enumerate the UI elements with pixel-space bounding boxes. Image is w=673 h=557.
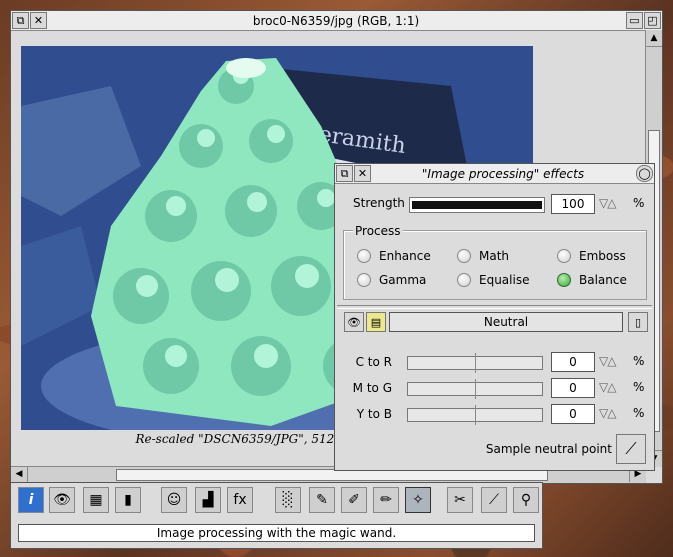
scroll-up-icon[interactable]: ▲ [646, 30, 662, 47]
smudge-icon[interactable]: ✎ [309, 487, 335, 513]
scissors-icon[interactable]: ✂ [447, 487, 473, 513]
strength-stepper[interactable]: ▽△ [599, 196, 616, 210]
back-icon[interactable]: ⧉ [12, 12, 29, 29]
image-processing-dialog: ⧉ ✕ "Image processing" effects ◯ Strengt… [334, 163, 655, 471]
magnifier-icon[interactable]: ⚲ [513, 487, 539, 513]
sample-syringe-icon[interactable]: ⟋ [616, 434, 646, 464]
preset-list-icon[interactable]: ▯ [628, 312, 648, 332]
strength-label: Strength [353, 196, 405, 210]
c-to-r-stepper[interactable]: ▽△ [599, 354, 616, 368]
radio-label: Emboss [579, 249, 626, 263]
m-to-g-percent: % [633, 380, 645, 394]
process-section [343, 230, 647, 300]
radio-dot [357, 273, 371, 287]
image-window-title: broc0-N6359/jpg (RGB, 1:1) [252, 13, 420, 28]
eye-icon[interactable]: 👁 [344, 312, 364, 332]
close-icon[interactable]: ✕ [354, 165, 371, 182]
radio-math[interactable]: Math [457, 249, 509, 263]
view-icon[interactable]: 👁 [49, 487, 75, 513]
slider-centre-mark [475, 405, 476, 425]
process-label: Process [353, 224, 403, 238]
slider-centre-mark [475, 379, 476, 399]
texture-icon[interactable]: ▦ [83, 487, 109, 513]
y-to-b-percent: % [633, 406, 645, 420]
status-bar: Image processing with the magic wand. [18, 524, 535, 542]
radio-equalise[interactable]: Equalise [457, 273, 529, 287]
info-icon[interactable]: i [18, 487, 44, 513]
strength-slider-fill [412, 201, 542, 209]
sample-neutral-label: Sample neutral point [485, 442, 612, 456]
dialog-titlebar[interactable]: ⧉ ✕ "Image processing" effects ◯ [335, 164, 654, 184]
radio-dot [557, 249, 571, 263]
m-to-g-slider[interactable] [407, 379, 543, 399]
y-to-b-label: Y to B [356, 407, 392, 421]
fx-icon[interactable]: fx [227, 487, 253, 513]
image-window-titlebar[interactable]: ⧉ ✕ broc0-N6359/jpg (RGB, 1:1) ▭ ◰ [11, 11, 662, 31]
m-to-g-stepper[interactable]: ▽△ [599, 380, 616, 394]
histogram-icon[interactable]: ▟ [195, 487, 221, 513]
y-to-b-stepper[interactable]: ▽△ [599, 406, 616, 420]
radio-label: Balance [579, 273, 627, 287]
radio-label: Math [479, 249, 510, 263]
radio-emboss[interactable]: Emboss [557, 249, 626, 263]
pencil-icon[interactable]: ✏ [373, 487, 399, 513]
preset-display: Neutral [389, 312, 623, 332]
strength-slider[interactable] [409, 197, 545, 213]
radio-dot-selected [557, 273, 571, 287]
m-to-g-label: M to G [352, 381, 392, 395]
toggle-size-icon[interactable]: ◯ [636, 165, 653, 182]
y-to-b-value[interactable]: 0 [551, 404, 595, 424]
iconise-icon[interactable]: ▭ [626, 12, 643, 29]
syringe-icon[interactable]: ⟋ [481, 487, 507, 513]
magic-wand-icon[interactable]: ✧ [405, 487, 431, 513]
scroll-left-icon[interactable]: ◀ [11, 467, 28, 482]
radio-label: Enhance [379, 249, 431, 263]
tool-palette: i 👁 ▦ ▮ ☺ ▟ fx ░ ✎ ✐ ✏ ✧ ✂ ⟋ ⚲ Image processing with t… [10, 482, 543, 549]
slider-centre-mark [475, 353, 476, 373]
radio-balance[interactable]: Balance [557, 273, 627, 287]
noise-icon[interactable]: ░ [275, 487, 301, 513]
preset-menu-icon[interactable]: ▤ [366, 312, 386, 332]
radio-label: Gamma [379, 273, 427, 287]
radio-label: Equalise [479, 273, 530, 287]
radio-enhance[interactable]: Enhance [357, 249, 431, 263]
c-to-r-value[interactable]: 0 [551, 352, 595, 372]
y-to-b-slider[interactable] [407, 405, 543, 425]
c-to-r-label: C to R [355, 355, 392, 369]
radio-dot [457, 249, 471, 263]
divider [337, 305, 652, 309]
toggle-size-icon[interactable]: ◰ [644, 12, 661, 29]
mask-icon[interactable]: ☺ [161, 487, 187, 513]
radio-gamma[interactable]: Gamma [357, 273, 426, 287]
brush-icon[interactable]: ✐ [341, 487, 367, 513]
paint-pot-icon[interactable]: ▮ [115, 487, 141, 513]
radio-dot [457, 273, 471, 287]
c-to-r-slider[interactable] [407, 353, 543, 373]
close-icon[interactable]: ✕ [30, 12, 47, 29]
m-to-g-value[interactable]: 0 [551, 378, 595, 398]
back-icon[interactable]: ⧉ [336, 165, 353, 182]
strength-percent-label: % [633, 196, 645, 210]
dialog-title: "Image processing" effects [421, 166, 585, 181]
radio-dot [357, 249, 371, 263]
c-to-r-percent: % [633, 354, 645, 368]
strength-value-field[interactable]: 100 [551, 194, 595, 214]
